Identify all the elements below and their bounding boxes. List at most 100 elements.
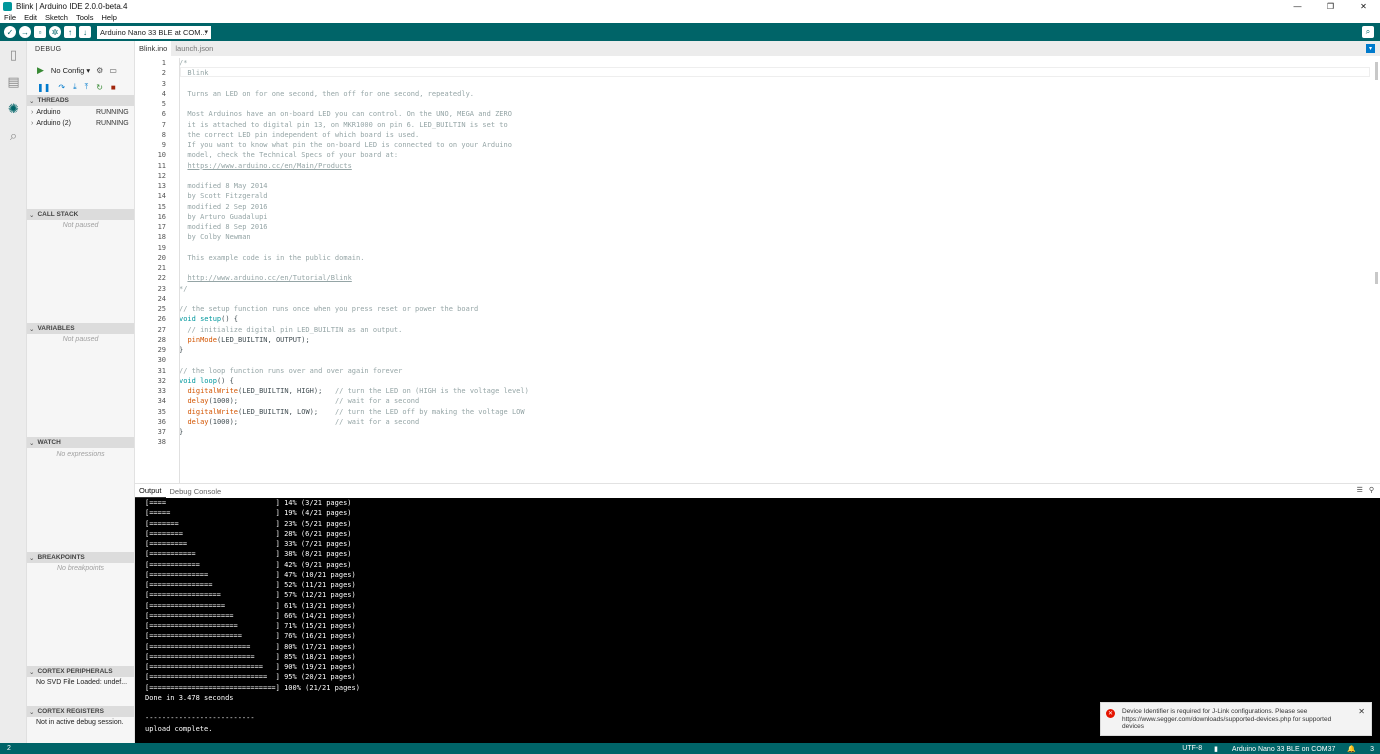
thread-state: RUNNING [96,109,129,116]
error-icon: ✕ [1106,709,1115,718]
tab-blink-ino[interactable]: Blink.ino [135,41,172,56]
breakpoints-section-header[interactable]: ⌄ BREAKPOINTS [27,552,134,563]
debug-console-icon[interactable]: ▭ [109,66,117,75]
serial-monitor-button[interactable]: ⌕ [1362,26,1374,38]
board-selector[interactable]: Arduino Nano 33 BLE at COM... ▾ [97,25,211,39]
debug-controls: ❚❚ ↷ ⤓ ⤒ ↻ ■ [27,80,134,94]
output-line: [===== ] 19% (4/21 pages) [145,509,352,518]
line-number: 2 [161,69,166,78]
line-number: 7 [161,120,166,129]
code-line: This example code is in the public domai… [179,253,365,262]
cortex-peripherals-section-header[interactable]: ⌄ CORTEX PERIPHERALS [27,666,134,677]
output-line: [========= ] 33% (7/21 pages) [145,540,352,548]
thread-state: RUNNING [96,120,129,127]
new-sketch-button[interactable]: ▫ [34,26,46,38]
thread-row[interactable]: › Arduino (2) RUNNING [27,118,134,129]
debug-config-select[interactable]: No Config ▾ [51,66,90,75]
maximize-button[interactable]: ❐ [1314,0,1347,12]
sketchbook-icon[interactable]: ▯ [0,41,27,68]
gear-icon[interactable]: ⚙ [96,66,103,75]
debug-view-icon[interactable]: ✺ [0,95,27,122]
debug-button[interactable]: ✲ [49,26,61,38]
board-status[interactable]: ▮ Arduino Nano 33 BLE on COM37 [1214,745,1335,753]
code-line: void loop() { [179,376,234,385]
line-number: 5 [161,100,166,108]
line-number: 20 [157,253,166,262]
tab-launch-json[interactable]: launch.json [171,41,217,56]
line-number: 33 [157,387,166,395]
output-line: upload complete. [145,724,213,733]
menu-file[interactable]: File [4,13,16,22]
window-title: Blink | Arduino IDE 2.0.0-beta.4 [16,1,128,11]
encoding-status[interactable]: UTF-8 [1182,745,1202,752]
code-line: modified 8 Sep 2016 [179,223,268,231]
menu-sketch[interactable]: Sketch [45,13,68,22]
start-debugging-icon[interactable]: ▶ [37,65,44,76]
line-number: 29 [157,346,166,354]
close-window-button[interactable]: ✕ [1347,0,1380,12]
cortex-registers-section-header[interactable]: ⌄ CORTEX REGISTERS [27,706,134,717]
breakpoints-section-label: BREAKPOINTS [37,554,85,561]
variables-section-header[interactable]: ⌄ VARIABLES [27,323,134,334]
tab-output[interactable]: Output [135,484,166,498]
notifications-status[interactable]: 🔔 3 [1347,745,1374,753]
thread-row[interactable]: › Arduino RUNNING [27,107,134,118]
output-line: [=========== ] 38% (8/21 pages) [145,550,352,559]
restart-icon[interactable]: ↻ [96,83,103,92]
menu-tools[interactable]: Tools [76,13,94,22]
line-number: 16 [157,212,166,221]
code-line: by Arturo Guadalupi [179,212,268,221]
verify-button[interactable]: ✓ [4,26,16,38]
editor-scroll-thumb[interactable] [1375,62,1378,80]
output-line: Done in 3.478 seconds [145,693,234,702]
line-number: 4 [161,89,166,98]
open-button[interactable]: ↑ [64,26,76,38]
clear-output-icon[interactable]: ☰ [1357,486,1363,494]
menu-edit[interactable]: Edit [24,13,37,22]
output-line: [======================== ] 80% (17/21 p… [145,642,356,651]
boards-manager-icon[interactable]: ▤ [0,68,27,95]
code-line: // initialize digital pin LED_BUILTIN as… [179,325,403,334]
stop-icon[interactable]: ■ [111,83,116,92]
output-line: [================= ] 57% (12/21 pages) [145,591,356,600]
code-editor[interactable]: 1 2 3 4 5 6 7 8 9 10 11 12 13 14 15 16 17 18 19 20 21 22 23 24 2… [135,56,1380,483]
editor-scroll-marker [1375,272,1378,284]
line-number-gutter: 1 2 3 4 5 6 7 8 9 10 11 12 13 14 15 16 17 18 19 20 21 22 23 24 2… [135,56,179,483]
output-line: [================== ] 61% (13/21 pages) [145,601,356,610]
call-stack-section-header[interactable]: ⌄ CALL STACK [27,209,134,220]
step-over-icon[interactable]: ↷ [58,83,65,92]
arduino-app-icon [3,1,12,11]
variables-placeholder: Not paused [62,336,99,343]
code-line: modified 8 May 2014 [179,182,268,190]
search-icon[interactable]: ⌕ [0,122,27,149]
step-out-icon[interactable]: ⤒ [85,82,89,92]
upload-button[interactable]: → [19,26,31,38]
watch-placeholder: No expressions [56,451,105,458]
threads-section-label: THREADS [37,97,69,104]
output-line: [============== ] 47% (10/21 pages) [145,570,356,579]
tab-debug-console[interactable]: Debug Console [166,484,226,498]
threads-section-header[interactable]: ⌄ THREADS [27,95,134,106]
line-number: 22 [157,274,166,283]
code-line: it is attached to digital pin 13, on MKR… [179,120,508,129]
save-button[interactable]: ↓ [79,26,91,38]
variables-section-label: VARIABLES [37,325,75,332]
line-number: 8 [161,130,166,139]
close-notification-icon[interactable]: ✕ [1358,707,1365,716]
thread-name: Arduino [36,109,61,116]
lock-scroll-icon[interactable]: ⚲ [1369,486,1374,494]
code-line: pinMode(LED_BUILTIN, OUTPUT); [187,335,310,344]
cortex-registers-section-label: CORTEX REGISTERS [37,708,104,715]
pause-icon[interactable]: ❚❚ [37,83,50,92]
line-number: 21 [157,264,166,272]
debug-sidebar: DEBUG ▶ No Config ▾ ⚙ ▭ ❚❚ ↷ ⤓ ⤒ ↻ ■ ⌄ TH… [27,41,135,743]
line-number: 31 [157,366,166,375]
line-number: 26 [157,315,166,324]
tab-menu-icon[interactable]: ▾ [1366,44,1375,53]
notifications-count: 3 [1370,745,1374,753]
watch-section-header[interactable]: ⌄ WATCH [27,437,134,448]
minimize-button[interactable]: — [1281,0,1314,12]
breakpoints-placeholder: No breakpoints [56,565,105,572]
menu-help[interactable]: Help [101,13,116,22]
step-into-icon[interactable]: ⤓ [73,82,77,92]
